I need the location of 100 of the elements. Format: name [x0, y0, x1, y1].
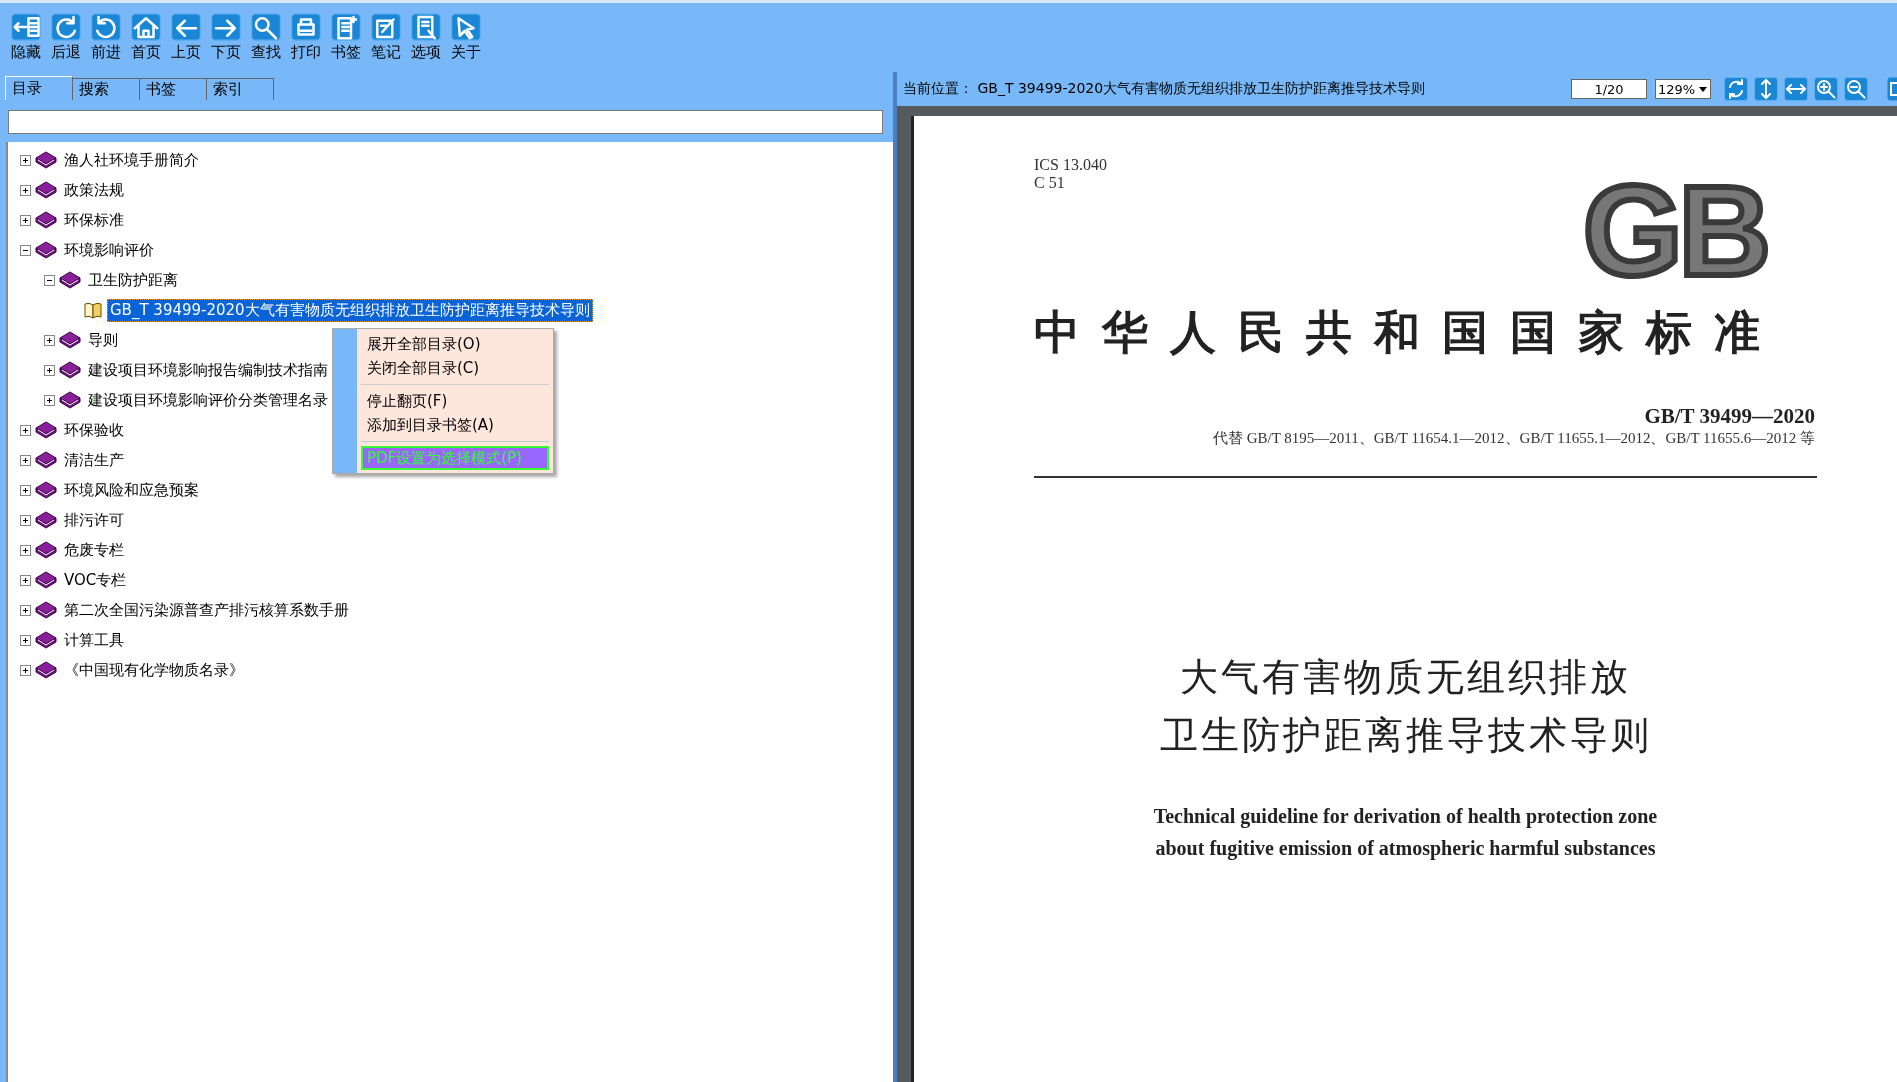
printer-icon	[290, 13, 321, 41]
toolbar-button[interactable]: 后退	[46, 13, 85, 72]
tree-item[interactable]: 环境风险和应急预案	[61, 478, 202, 502]
vertical-arrows-icon[interactable]	[1753, 77, 1779, 101]
list-icon	[410, 13, 441, 41]
hide-icon	[10, 13, 41, 41]
refresh-icon[interactable]	[1723, 77, 1749, 101]
tree-item[interactable]: 《中国现有化学物质名录》	[61, 658, 247, 682]
horizontal-arrows-icon[interactable]	[1783, 77, 1809, 101]
book-icon	[59, 391, 81, 409]
location-text: 当前位置： GB_T 39499-2020大气有害物质无组织排放卫生防护距离推导技术导则	[903, 80, 1427, 98]
tree-item[interactable]: 环保标准	[61, 208, 127, 232]
toolbar-button[interactable]: 打印	[286, 13, 325, 72]
expand-box-icon[interactable]	[20, 184, 31, 196]
expand-box-icon[interactable]	[20, 604, 31, 616]
toolbar-button[interactable]: 上页	[166, 13, 205, 72]
expand-box-icon[interactable]	[20, 424, 31, 436]
book-icon	[59, 271, 81, 289]
classification-code: C 51	[1034, 174, 1066, 192]
book-icon	[59, 361, 81, 379]
book-icon	[35, 211, 57, 229]
refresh-icon	[50, 13, 81, 41]
zoom-dropdown[interactable]: 129%	[1655, 79, 1711, 99]
book-icon	[35, 421, 57, 439]
expand-box-icon[interactable]	[20, 454, 31, 466]
book-icon	[35, 571, 57, 589]
undo-icon	[90, 13, 121, 41]
tree-item[interactable]: 清洁生产	[61, 448, 127, 472]
zoom-out-icon[interactable]	[1843, 77, 1869, 101]
expand-box-icon[interactable]	[20, 544, 31, 556]
tab[interactable]: 搜索	[72, 78, 140, 100]
book-icon	[35, 241, 57, 259]
toolbar-button[interactable]: 关于	[446, 13, 485, 72]
menu-item[interactable]: 添加到目录书签(A)	[361, 413, 549, 437]
standard-heading: 中华人民共和国国家标准	[1034, 304, 1783, 361]
replaces-text: 代替 GB/T 8195—2011、GB/T 11654.1—2012、GB/T 11655.1—2012、GB/T 11655.6—2012 等	[1211, 429, 1816, 448]
expand-box-icon[interactable]	[20, 214, 31, 226]
book-icon	[35, 181, 57, 199]
expand-box-icon[interactable]	[44, 394, 55, 406]
page-field[interactable]: 1/20	[1571, 79, 1647, 99]
tree-item[interactable]: GB_T 39499-2020大气有害物质无组织排放卫生防护距离推导技术导则	[107, 298, 593, 322]
toolbar-button[interactable]: 隐藏	[6, 13, 45, 72]
english-title: about fugitive emission of atmospheric harmful substances	[1154, 836, 1657, 862]
book-icon	[35, 541, 57, 559]
book-icon	[35, 151, 57, 169]
toolbar-button[interactable]: 笔记	[366, 13, 405, 72]
toolbar-button[interactable]: 书签	[326, 13, 365, 72]
note-icon	[370, 13, 401, 41]
search-field[interactable]	[8, 110, 883, 134]
expand-box-icon[interactable]	[20, 154, 31, 166]
tab[interactable]: 目录	[5, 76, 73, 100]
document-icon	[330, 13, 361, 41]
collapse-box-icon[interactable]	[44, 274, 55, 286]
english-title: Technical guideline for derivation of health protection zone	[1152, 804, 1659, 830]
toolbar-button[interactable]: 查找	[246, 13, 285, 72]
standard-number: GB/T 39499—2020	[1643, 404, 1816, 429]
document-title: 大气有害物质无组织排放	[1179, 654, 1632, 701]
panel-icon[interactable]	[1887, 77, 1897, 101]
standard-logo: GB	[1583, 176, 1767, 286]
tree-item[interactable]: 卫生防护距离	[85, 268, 181, 292]
toolbar-button[interactable]: 下页	[206, 13, 245, 72]
collapse-box-icon[interactable]	[20, 244, 31, 256]
cursor-icon	[450, 13, 481, 41]
book-icon	[35, 601, 57, 619]
expand-box-icon[interactable]	[20, 484, 31, 496]
expand-box-icon[interactable]	[20, 574, 31, 586]
toolbar-button[interactable]: 首页	[126, 13, 165, 72]
zoom-in-icon[interactable]	[1813, 77, 1839, 101]
tree-item[interactable]: 排污许可	[61, 508, 127, 532]
tree-item[interactable]: 渔人社环境手册简介	[61, 148, 202, 172]
tree-item[interactable]: VOC专栏	[61, 568, 130, 592]
tree-item[interactable]: 环境影响评价	[61, 238, 157, 262]
book-icon	[35, 631, 57, 649]
tab[interactable]: 索引	[206, 78, 274, 100]
home-icon	[130, 13, 161, 41]
menu-item[interactable]: 停止翻页(F)	[361, 389, 549, 413]
expand-box-icon[interactable]	[44, 334, 55, 346]
book-icon	[59, 331, 81, 349]
magnifier-icon	[250, 13, 281, 41]
tree-item[interactable]: 计算工具	[61, 628, 127, 652]
menu-item[interactable]: 展开全部目录(O)	[361, 332, 549, 356]
expand-box-icon[interactable]	[20, 514, 31, 526]
toolbar-button[interactable]: 选项	[406, 13, 445, 72]
document-title: 卫生防护距离推导技术导则	[1158, 712, 1653, 759]
tree-item[interactable]: 导则	[85, 328, 121, 352]
menu-item[interactable]: 关闭全部目录(C)	[361, 356, 549, 380]
tree-item[interactable]: 环保验收	[61, 418, 127, 442]
toolbar-button[interactable]: 前进	[86, 13, 125, 72]
tree-item[interactable]: 政策法规	[61, 178, 127, 202]
tree-item[interactable]: 危废专栏	[61, 538, 127, 562]
expand-box-icon[interactable]	[20, 664, 31, 676]
book-icon	[35, 511, 57, 529]
expand-box-icon[interactable]	[20, 634, 31, 646]
tree-item[interactable]: 建设项目环境影响报告编制技术指南	[85, 358, 331, 382]
expand-box-icon[interactable]	[44, 364, 55, 376]
tree-item[interactable]: 第二次全国污染源普查产排污核算系数手册	[61, 598, 352, 622]
book-icon	[35, 481, 57, 499]
open-book-icon	[83, 301, 103, 319]
book-icon	[35, 451, 57, 469]
tree-item[interactable]: 建设项目环境影响评价分类管理名录	[85, 388, 331, 412]
